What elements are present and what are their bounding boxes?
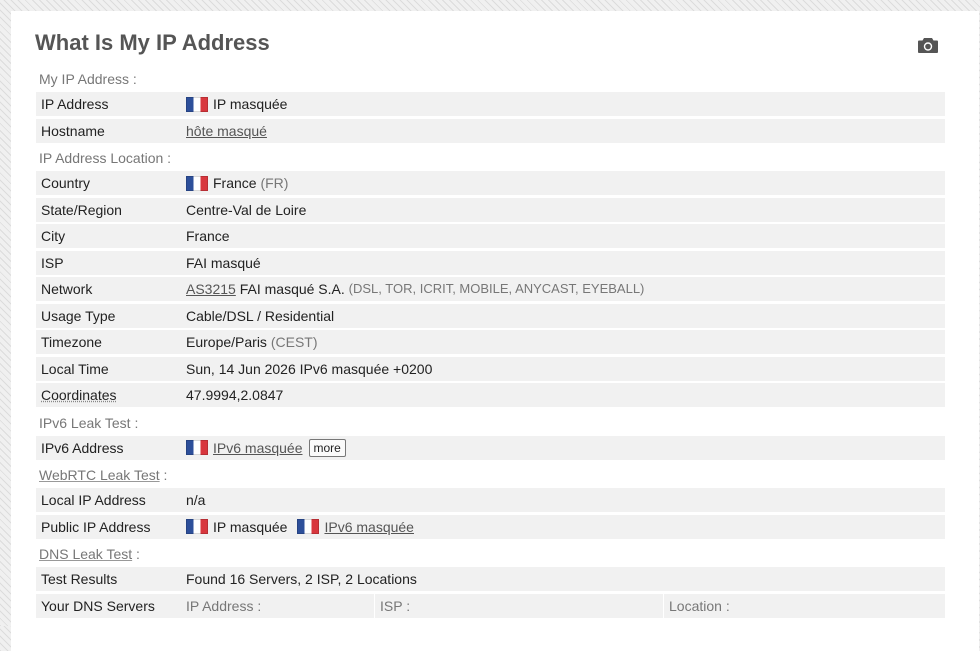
public-ipv6-link[interactable]: IPv6 masquée: [324, 515, 414, 539]
france-flag-icon: [186, 519, 208, 534]
state-value: Centre-Val de Loire: [186, 201, 307, 218]
ip-address-value: IP masquée: [213, 96, 288, 112]
row-hostname: Hostname hôte masqué: [36, 118, 945, 143]
section-dns-leak: DNS Leak Test :: [36, 541, 945, 567]
section-webrtc-leak: WebRTC Leak Test :: [36, 462, 945, 488]
info-table: My IP Address : IP Address IP masquée Ho…: [36, 66, 945, 620]
ip-info-card: What Is My IP Address My IP Address : IP…: [11, 11, 979, 651]
local-time-value: Sun, 14 Jun 2026 IPv6 masquée +0200: [186, 360, 433, 377]
row-local-time: Local Time Sun, 14 Jun 2026 IPv6 masquée…: [36, 356, 945, 381]
ipv6-link[interactable]: IPv6 masquée: [213, 436, 303, 460]
row-label: IPv6 Address: [41, 439, 124, 456]
network-tags: (DSL, TOR, ICRIT, MOBILE, ANYCAST, EYEBA…: [348, 281, 645, 296]
row-label: State/Region: [41, 201, 122, 218]
section-location: IP Address Location :: [39, 150, 172, 166]
row-label: Hostname: [41, 122, 105, 139]
camera-icon[interactable]: [917, 37, 939, 54]
row-label: Your DNS Servers: [41, 597, 155, 614]
row-label: Usage Type: [41, 307, 116, 324]
public-ipv4-value: IP masquée: [213, 518, 288, 535]
dns-col-ip: IP Address :: [186, 597, 262, 614]
webrtc-leak-link[interactable]: WebRTC Leak Test: [39, 467, 160, 483]
section-ipv6-leak: IPv6 Leak Test :: [39, 414, 139, 431]
dns-col-location: Location :: [663, 593, 945, 618]
row-label: Public IP Address: [41, 518, 151, 535]
timezone-value: Europe/Paris: [186, 334, 267, 350]
coordinates-label[interactable]: Coordinates: [36, 383, 186, 407]
row-label: Timezone: [41, 334, 102, 350]
row-country: Country France (FR): [36, 171, 945, 195]
row-label: City: [41, 228, 66, 244]
row-test-results: Test Results Found 16 Servers, 2 ISP, 2 …: [36, 567, 945, 591]
row-label: Country: [41, 175, 91, 191]
asn-link[interactable]: AS3215: [186, 277, 236, 301]
row-network: Network AS3215 FAI masqué S.A. (DSL, TOR…: [36, 277, 945, 301]
row-dns-servers: Your DNS Servers IP Address : ISP : Loca…: [36, 593, 945, 618]
section-my-ip: My IP Address :: [39, 71, 137, 87]
local-ip-value: n/a: [186, 492, 206, 508]
row-ip-address: IP Address IP masquée: [36, 92, 945, 116]
network-name: FAI masqué S.A.: [239, 281, 345, 297]
test-results-value: Found 16 Servers, 2 ISP, 2 Locations: [186, 571, 417, 587]
row-timezone: Timezone Europe/Paris (CEST): [36, 330, 945, 354]
row-city: City France: [36, 224, 945, 248]
coordinates-value: 47.9994,2.0847: [186, 387, 284, 403]
france-flag-icon: [186, 175, 208, 191]
row-label: Local IP Address: [41, 492, 146, 508]
page-title: What Is My IP Address: [35, 30, 270, 55]
row-label: Network: [41, 281, 93, 297]
row-label: ISP: [41, 254, 64, 271]
row-coordinates: Coordinates 47.9994,2.0847: [36, 383, 945, 407]
country-code: (FR): [260, 175, 289, 191]
hostname-link[interactable]: hôte masqué: [186, 119, 267, 143]
row-label: Local Time: [41, 360, 109, 377]
row-local-ip: Local IP Address n/a: [36, 488, 945, 512]
row-public-ip: Public IP Address IP masquée IPv6 masqué…: [36, 514, 945, 539]
france-flag-icon: [186, 440, 208, 455]
city-value: France: [186, 228, 230, 244]
isp-value: FAI masqué: [186, 254, 261, 271]
timezone-abbr: (CEST): [270, 334, 318, 350]
row-ipv6-address: IPv6 Address IPv6 masquée more: [36, 435, 945, 460]
france-flag-icon: [186, 96, 208, 112]
country-value: France: [213, 175, 257, 191]
row-isp: ISP FAI masqué: [36, 250, 945, 275]
dns-col-isp: ISP :: [374, 593, 663, 618]
france-flag-icon: [297, 519, 320, 534]
section-colon: :: [132, 546, 140, 562]
row-state: State/Region Centre-Val de Loire: [36, 197, 945, 222]
section-colon: :: [159, 467, 168, 483]
row-label: Test Results: [41, 571, 118, 587]
row-usage-type: Usage Type Cable/DSL / Residential: [36, 303, 945, 328]
usage-type-value: Cable/DSL / Residential: [186, 307, 335, 324]
row-label: IP Address: [41, 96, 109, 112]
dns-leak-link[interactable]: DNS Leak Test: [39, 546, 132, 562]
more-button[interactable]: more: [308, 438, 346, 457]
